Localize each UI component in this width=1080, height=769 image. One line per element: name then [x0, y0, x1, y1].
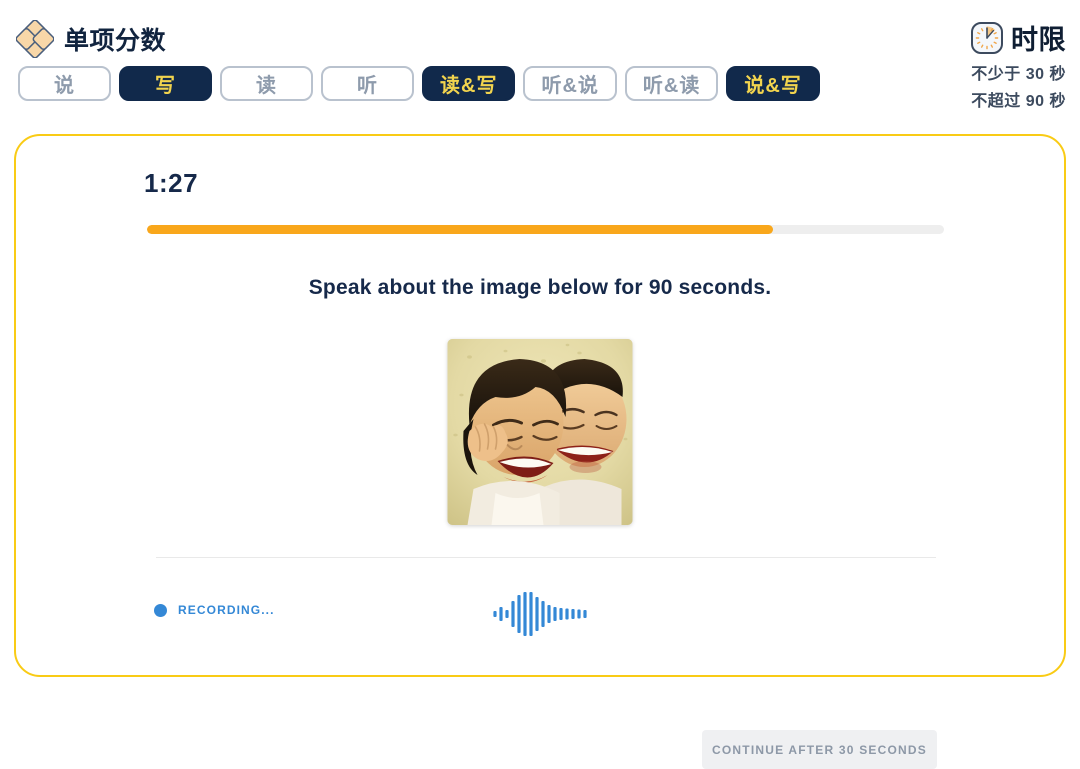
- continue-button[interactable]: CONTINUE AFTER 30 SECONDS: [702, 730, 937, 769]
- recording-status: RECORDING...: [154, 603, 275, 617]
- task-image: [447, 339, 633, 525]
- tab-speaking-writing[interactable]: 说&写: [726, 66, 820, 101]
- time-limit-max: 不超过 90 秒: [971, 93, 1066, 110]
- diamond-cluster-logo-icon: [16, 20, 54, 58]
- time-limit-info: 时限 不少于 30 秒 不超过 90 秒: [970, 18, 1066, 111]
- audio-waveform-icon: [492, 591, 588, 637]
- tab-reading[interactable]: 读: [220, 66, 313, 101]
- tab-listening[interactable]: 听: [321, 66, 414, 101]
- progress-bar-fill: [147, 225, 774, 234]
- tab-listening-speaking[interactable]: 听&说: [523, 66, 617, 101]
- task-footer: RECORDING...: [16, 579, 1064, 669]
- score-category-tabs: 说 写 读 听 读&写 听&说 听&读 说&写: [18, 66, 820, 101]
- tab-reading-writing[interactable]: 读&写: [422, 66, 516, 101]
- clock-icon: [970, 21, 1004, 55]
- tab-speaking[interactable]: 说: [18, 66, 111, 101]
- page-title: 单项分数: [64, 27, 167, 55]
- task-card: 1:27 Speak about the image below for 90 …: [14, 134, 1066, 769]
- app-header: 单项分数 说 写 读 听 读&写 听&说 听&读 说&写 时限 不少于 30 秒…: [0, 0, 1080, 118]
- countdown-timer: 1:27: [144, 168, 199, 198]
- progress-bar: [147, 225, 944, 234]
- task-prompt: Speak about the image below for 90 secon…: [308, 276, 772, 299]
- footer-divider: [156, 557, 936, 558]
- time-limit-title: 时限: [1011, 25, 1066, 55]
- recording-dot-icon: [154, 603, 167, 617]
- recording-label: RECORDING...: [178, 603, 275, 617]
- brand: 单项分数: [16, 20, 166, 58]
- tab-listening-reading[interactable]: 听&读: [624, 66, 719, 101]
- tab-writing[interactable]: 写: [119, 66, 212, 101]
- time-limit-min: 不少于 30 秒: [971, 66, 1066, 83]
